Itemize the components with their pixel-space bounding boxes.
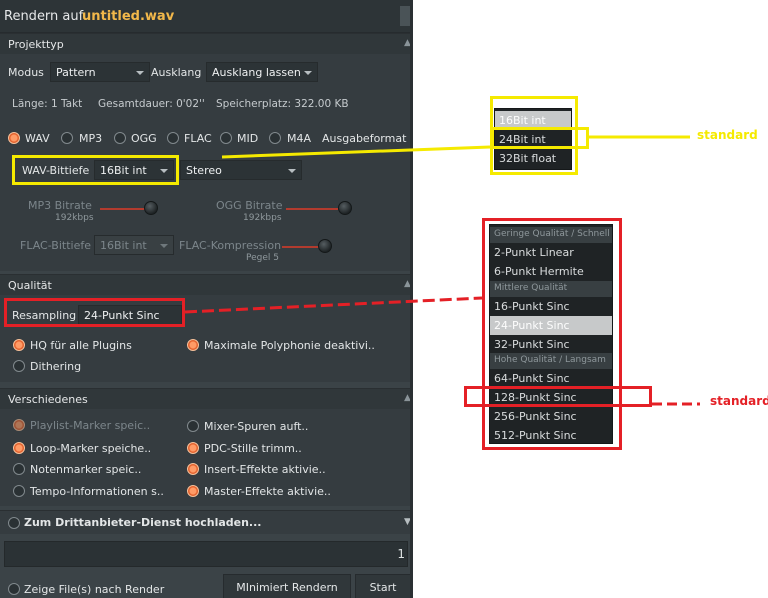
highlight-128-option	[464, 386, 652, 407]
highlight-wav-bittiefe	[12, 155, 179, 185]
yellow-standard-label: standard	[697, 128, 758, 142]
red-standard-label: standard	[710, 394, 768, 408]
highlight-resampling	[4, 298, 185, 327]
yellow-connector	[221, 145, 491, 159]
highlight-24bit-option	[491, 127, 589, 149]
highlight-resampling-popup	[482, 218, 622, 450]
red-connector	[184, 296, 483, 314]
